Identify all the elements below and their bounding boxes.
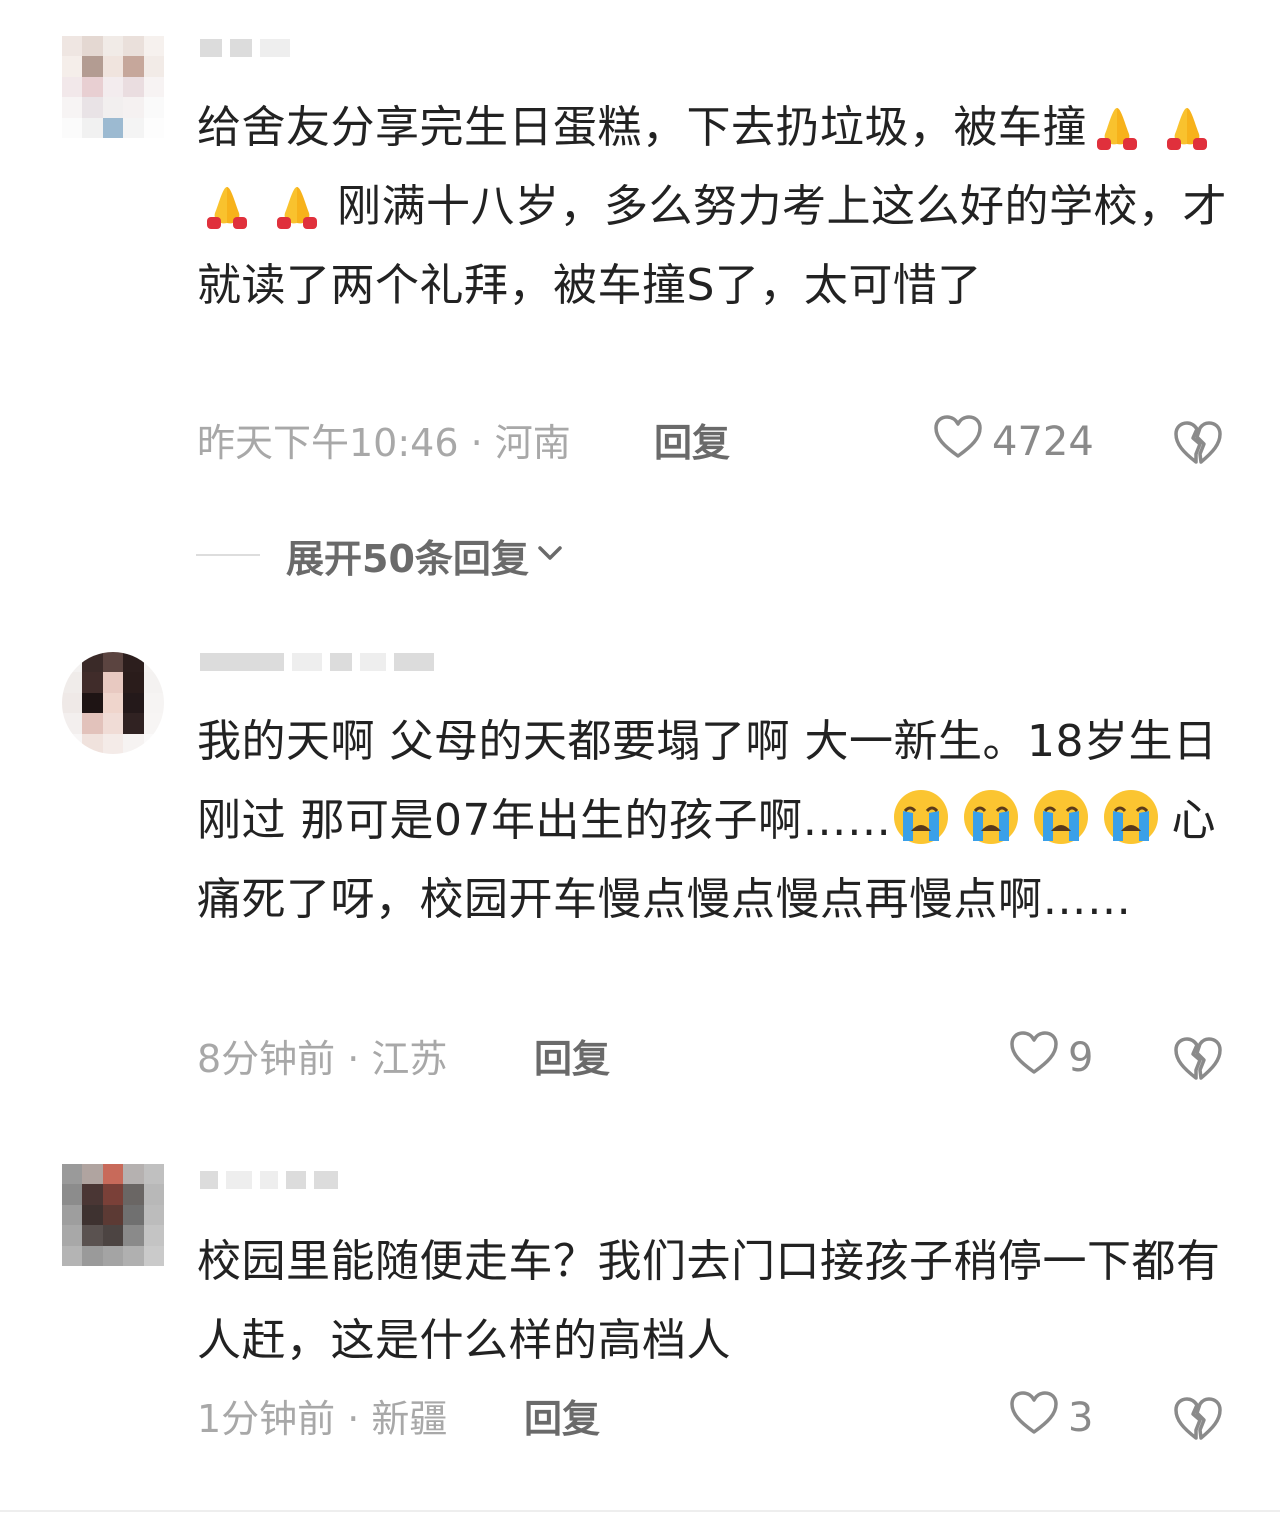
comment-text-part-1: 校园里能随便走车？我们去门口接孩子稍停一下都有人赶，这是什么样的高档人	[197, 1236, 1221, 1366]
praying-hands-icon	[267, 181, 337, 232]
like-button[interactable]: 3	[1008, 1390, 1094, 1446]
loudly-crying-face-icon	[961, 790, 1031, 846]
chevron-down-icon	[529, 538, 565, 572]
reply-button[interactable]: 回复	[654, 418, 730, 468]
divider-line	[196, 554, 260, 556]
bottom-divider	[0, 1510, 1280, 1512]
comment-text: 给舍友分享完生日蛋糕，下去扔垃圾，被车撞刚满十八岁，多么努力考上这么好的学校，才…	[197, 88, 1227, 408]
comment-text: 我的天啊 父母的天都要塌了啊 大一新生。18岁生日刚过 那可是07年出生的孩子啊…	[197, 702, 1227, 1022]
like-count: 9	[1068, 1035, 1094, 1081]
expand-replies-button[interactable]: 展开50条回复	[196, 532, 565, 581]
like-button[interactable]: 4724	[932, 414, 1094, 470]
reply-button[interactable]: 回复	[524, 1394, 600, 1444]
username-redacted[interactable]	[200, 36, 290, 60]
broken-heart-icon	[1172, 1397, 1224, 1448]
comment-text-part-1: 给舍友分享完生日蛋糕，下去扔垃圾，被车撞	[197, 102, 1087, 153]
praying-hands-icon	[197, 181, 267, 232]
comment-2: 我的天啊 父母的天都要塌了啊 大一新生。18岁生日刚过 那可是07年出生的孩子啊…	[0, 620, 1280, 1110]
comment-meta: 昨天下午10:46 · 河南	[197, 421, 571, 465]
like-count: 4724	[992, 419, 1094, 465]
comment-text: 校园里能随便走车？我们去门口接孩子稍停一下都有人赶，这是什么样的高档人	[197, 1222, 1227, 1382]
expand-replies-label: 展开50条回复	[286, 536, 529, 581]
heart-outline-icon	[1008, 1390, 1060, 1446]
praying-hands-icon	[1087, 102, 1157, 153]
reply-button[interactable]: 回复	[534, 1034, 610, 1084]
dislike-button[interactable]	[1172, 416, 1224, 468]
comment-1: 给舍友分享完生日蛋糕，下去扔垃圾，被车撞刚满十八岁，多么努力考上这么好的学校，才…	[0, 0, 1280, 600]
comment-meta: 8分钟前 · 江苏	[197, 1037, 448, 1081]
praying-hands-icon	[1157, 102, 1227, 153]
heart-outline-icon	[1008, 1030, 1060, 1086]
username-redacted[interactable]	[200, 650, 434, 674]
heart-outline-icon	[932, 414, 984, 470]
username-redacted[interactable]	[200, 1168, 338, 1192]
avatar[interactable]	[62, 36, 164, 138]
loudly-crying-face-icon	[1101, 790, 1171, 846]
loudly-crying-face-icon	[891, 790, 961, 846]
comment-meta: 1分钟前 · 新疆	[197, 1397, 448, 1441]
avatar[interactable]	[62, 1164, 164, 1266]
like-button[interactable]: 9	[1008, 1030, 1094, 1086]
avatar[interactable]	[62, 652, 164, 754]
dislike-button[interactable]	[1172, 1392, 1224, 1444]
loudly-crying-face-icon	[1031, 790, 1101, 846]
broken-heart-icon	[1172, 421, 1224, 472]
like-count: 3	[1068, 1395, 1094, 1441]
dislike-button[interactable]	[1172, 1032, 1224, 1084]
comment-text-part-2: 刚满十八岁，多么努力考上这么好的学校，才就读了两个礼拜，被车撞S了，太可惜了	[197, 181, 1227, 311]
comment-3: 校园里能随便走车？我们去门口接孩子稍停一下都有人赶，这是什么样的高档人 1分钟前…	[0, 1150, 1280, 1510]
broken-heart-icon	[1172, 1037, 1224, 1088]
